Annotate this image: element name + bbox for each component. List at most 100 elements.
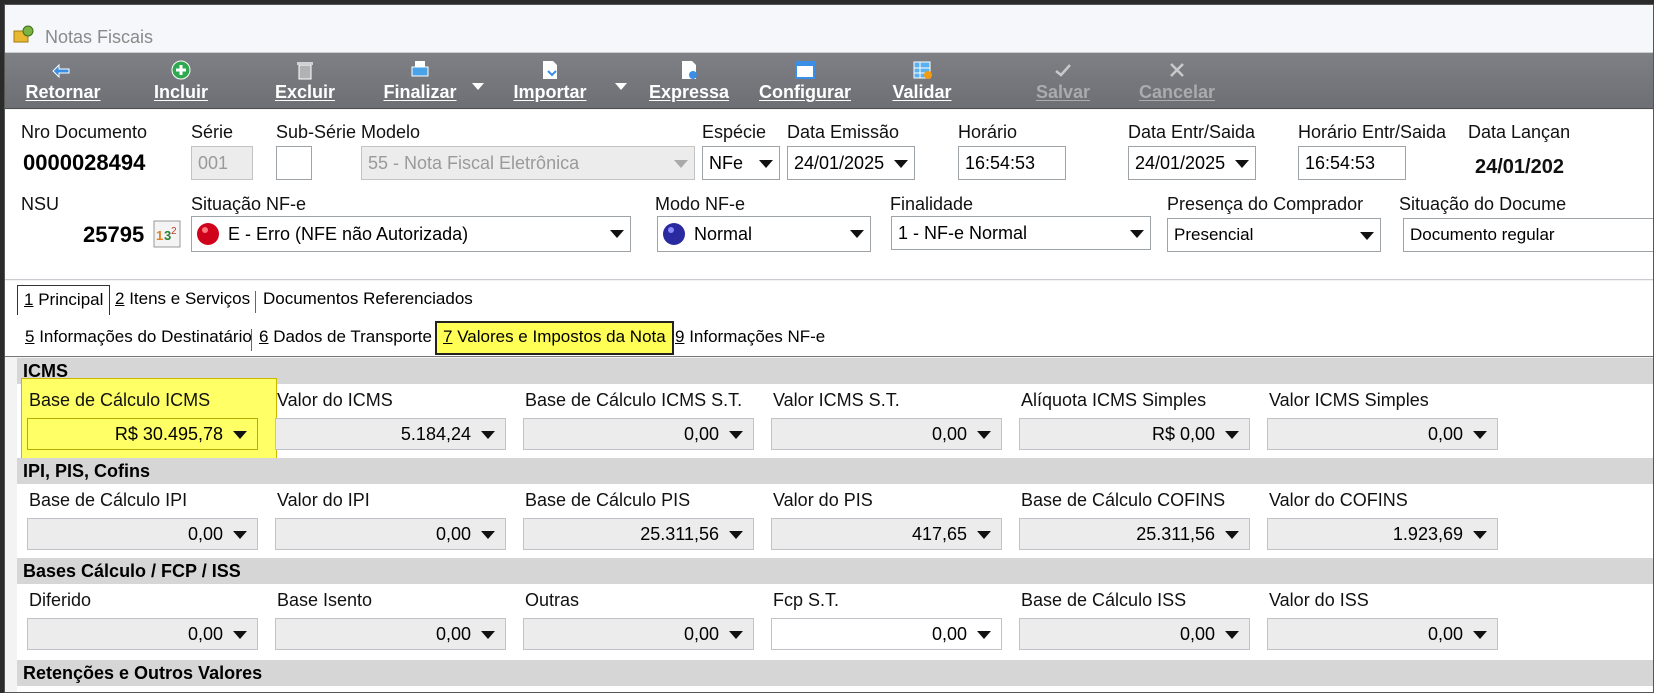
- aliquota-icms-simples-field[interactable]: R$ 0,00: [1019, 418, 1250, 450]
- configurar-button[interactable]: Configurar: [755, 53, 855, 109]
- situacao-nfe-select[interactable]: E - Erro (NFE não Autorizada): [191, 216, 631, 252]
- modelo-select[interactable]: 55 - Nota Fiscal Eletrônica: [361, 146, 695, 180]
- situacao-nfe-label: Situação NF-e: [191, 194, 307, 214]
- configure-window-icon: [795, 61, 815, 79]
- valor-icms-simples-field[interactable]: 0,00: [1267, 418, 1498, 450]
- add-icon: [171, 60, 191, 80]
- validar-button[interactable]: Validar: [885, 53, 959, 109]
- data-lancamento-value: 24/01/202: [1475, 156, 1564, 178]
- valor-icms-st-field[interactable]: 0,00: [771, 418, 1002, 450]
- tab-separator: [251, 329, 252, 351]
- valor-ipi-field[interactable]: 0,00: [275, 518, 506, 550]
- importar-dropdown[interactable]: [614, 53, 628, 109]
- base-calculo-icms-st-label: Base de Cálculo ICMS S.T.: [525, 390, 743, 410]
- nsu-lookup-icon[interactable]: 1 3 2: [153, 220, 181, 248]
- toolbar: Retornar Incluir Excluir Finalizar Impor…: [5, 53, 1653, 109]
- presenca-comprador-select[interactable]: Presencial: [1167, 218, 1381, 252]
- subserie-field[interactable]: [276, 146, 312, 180]
- checkmark-icon: [1055, 64, 1071, 77]
- base-calculo-icms-field[interactable]: R$ 30.495,78: [27, 418, 258, 450]
- tab-informacoes-nfe[interactable]: 9 Informações NF-e: [669, 323, 831, 353]
- express-document-icon: [682, 61, 697, 79]
- base-calculo-cofins-field[interactable]: 25.311,56: [1019, 518, 1250, 550]
- nsu-value: 25795: [83, 222, 145, 247]
- tab-dados-transporte[interactable]: 6 Dados de Transporte: [253, 323, 438, 353]
- data-entr-field[interactable]: 24/01/2025: [1128, 146, 1256, 180]
- especie-label: Espécie: [702, 122, 767, 142]
- situacao-documento-select[interactable]: Documento regular: [1403, 218, 1653, 252]
- situacao-documento-label: Situação do Docume: [1399, 194, 1567, 214]
- nro-documento-value: 0000028494: [23, 150, 146, 175]
- diferido-field[interactable]: 0,00: [27, 618, 258, 650]
- aliquota-icms-simples-label: Alíquota ICMS Simples: [1021, 390, 1207, 410]
- valor-cofins-field[interactable]: 1.923,69: [1267, 518, 1498, 550]
- base-calculo-pis-field[interactable]: 25.311,56: [523, 518, 754, 550]
- base-calculo-ipi-field[interactable]: 0,00: [27, 518, 258, 550]
- base-calculo-cofins-label: Base de Cálculo COFINS: [1021, 490, 1226, 510]
- cancelar-button[interactable]: Cancelar: [1135, 53, 1219, 109]
- importar-button[interactable]: Importar: [505, 53, 595, 109]
- validate-grid-icon: [913, 61, 932, 79]
- tab-informacoes-destinatario[interactable]: 5 Informações do Destinatário: [19, 323, 258, 353]
- valor-icms-field[interactable]: 5.184,24: [275, 418, 506, 450]
- horario-entr-label: Horário Entr/Saida: [1298, 122, 1447, 142]
- return-arrow-icon: [52, 63, 70, 79]
- base-calculo-iss-field[interactable]: 0,00: [1019, 618, 1250, 650]
- outras-field[interactable]: 0,00: [523, 618, 754, 650]
- nsu-label: NSU: [21, 194, 60, 214]
- tab-valores-impostos[interactable]: 7 Valores e Impostos da Nota: [435, 321, 674, 355]
- especie-select[interactable]: NFe: [702, 146, 780, 180]
- fcp-st-field[interactable]: 0,00: [771, 618, 1002, 650]
- svg-text:2: 2: [171, 226, 177, 237]
- valor-pis-label: Valor do PIS: [773, 490, 873, 510]
- valor-icms-label: Valor do ICMS: [277, 390, 393, 410]
- secondary-tabs: 5 Informações do Destinatário 6 Dados de…: [5, 319, 1653, 357]
- finalidade-select[interactable]: 1 - NF-e Normal: [891, 216, 1151, 250]
- base-isento-label: Base Isento: [277, 590, 373, 610]
- finalidade-label: Finalidade: [890, 194, 974, 214]
- valor-pis-field[interactable]: 417,65: [771, 518, 1002, 550]
- valor-icms-simples-label: Valor ICMS Simples: [1269, 390, 1429, 410]
- svg-text:1: 1: [156, 228, 163, 243]
- base-calculo-icms-st-field[interactable]: 0,00: [523, 418, 754, 450]
- diferido-label: Diferido: [29, 590, 92, 610]
- horario-entr-field[interactable]: 16:54:53: [1298, 146, 1406, 180]
- base-isento-field[interactable]: 0,00: [275, 618, 506, 650]
- serie-label: Série: [191, 122, 234, 142]
- import-document-icon: [543, 61, 557, 79]
- error-status-icon: [197, 223, 219, 245]
- finalizar-button[interactable]: Finalizar: [375, 53, 465, 109]
- tab-principal[interactable]: 1 Principal: [17, 285, 111, 315]
- subserie-label: Sub-Série: [276, 122, 357, 142]
- data-emissao-label: Data Emissão: [787, 122, 900, 142]
- window-title: Notas Fiscais: [45, 27, 154, 47]
- modo-nfe-label: Modo NF-e: [655, 194, 746, 214]
- data-emissao-field[interactable]: 24/01/2025: [787, 146, 915, 180]
- tab-documentos-referenciados[interactable]: Documentos Referenciados: [257, 285, 479, 315]
- expressa-button[interactable]: Expressa: [645, 53, 733, 109]
- fcp-st-label: Fcp S.T.: [773, 590, 840, 610]
- base-calculo-pis-label: Base de Cálculo PIS: [525, 490, 691, 510]
- primary-tabs: 1 Principal 2 Itens e Serviços Documento…: [5, 281, 1653, 319]
- valor-cofins-label: Valor do COFINS: [1269, 490, 1408, 510]
- app-icon: [13, 25, 34, 43]
- modo-nfe-select[interactable]: Normal: [657, 216, 871, 252]
- cancel-x-icon: [1170, 63, 1184, 77]
- base-calculo-ipi-label: Base de Cálculo IPI: [29, 490, 188, 510]
- trash-icon: [297, 62, 313, 80]
- data-entr-label: Data Entr/Saida: [1128, 122, 1256, 142]
- incluir-button[interactable]: Incluir: [145, 53, 217, 109]
- valor-iss-field[interactable]: 0,00: [1267, 618, 1498, 650]
- finalizar-dropdown[interactable]: [471, 53, 485, 109]
- retornar-button[interactable]: Retornar: [21, 53, 105, 109]
- tab-itens-servicos[interactable]: 2 Itens e Serviços: [109, 285, 256, 315]
- salvar-button[interactable]: Salvar: [1029, 53, 1097, 109]
- section-ipi-pis-cofins-header: IPI, PIS, Cofins: [17, 458, 1653, 484]
- serie-field[interactable]: 001: [191, 146, 253, 180]
- excluir-button[interactable]: Excluir: [269, 53, 341, 109]
- valores-impostos-panel: ICMS Base de Cálculo ICMS R$ 30.495,78 V…: [17, 358, 1653, 692]
- printer-icon: [411, 61, 429, 77]
- valor-icms-st-label: Valor ICMS S.T.: [773, 390, 900, 410]
- section-bases-fcp-iss-header: Bases Cálculo / FCP / ISS: [17, 558, 1653, 584]
- horario-field[interactable]: 16:54:53: [958, 146, 1066, 180]
